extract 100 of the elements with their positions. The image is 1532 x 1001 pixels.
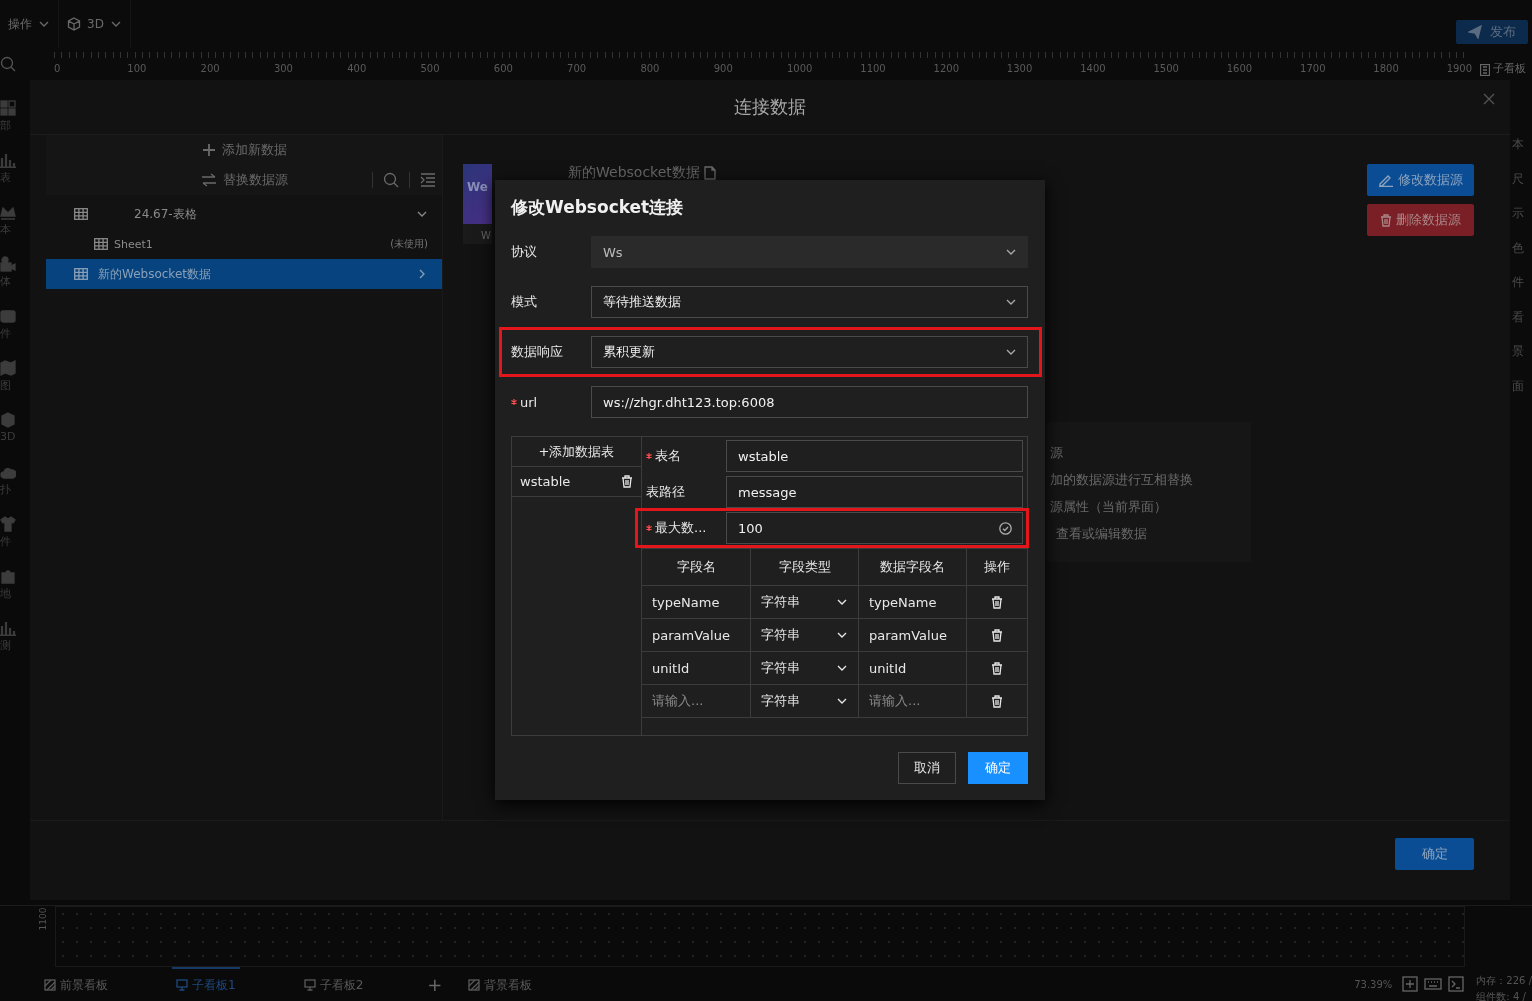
trash-icon[interactable] — [991, 694, 1003, 708]
ruler-label: 1600 — [1226, 63, 1254, 74]
board-tab[interactable]: 前景看板 — [40, 967, 112, 1001]
confirm-button[interactable]: 确定 — [968, 752, 1028, 784]
add-data-button[interactable]: 添加新数据 — [46, 135, 442, 165]
column-header: 数据字段名 — [859, 549, 967, 586]
ruler-label: 200 — [200, 63, 221, 74]
info-text: 源属性（当前界面） — [1050, 498, 1167, 516]
table-cell[interactable]: typeName — [859, 586, 967, 619]
field-label: 模式 — [511, 293, 537, 311]
table-cell[interactable]: 请输入... — [642, 685, 751, 718]
axis-label: 1100 — [38, 907, 49, 931]
input-field[interactable]: 100 — [726, 512, 1023, 544]
required-icon — [646, 453, 652, 459]
search-icon[interactable] — [0, 56, 16, 72]
swap-icon — [200, 173, 217, 187]
ruler-label: 100 — [127, 63, 148, 74]
trash-icon[interactable] — [621, 475, 633, 488]
field-label: 数据响应 — [511, 343, 563, 361]
confirm-button[interactable]: 确定 — [1395, 838, 1474, 870]
tree-item[interactable]: 新的Websocket数据 — [46, 259, 442, 289]
settings-label: 件 — [1511, 274, 1525, 291]
table-cell[interactable]: 请输入... — [859, 685, 967, 718]
field-label: 表名 — [655, 447, 681, 465]
thumbnail-text: We — [463, 164, 492, 224]
info-text: 源 — [1050, 444, 1063, 462]
column-header: 字段类型 — [751, 549, 859, 586]
input-field[interactable]: wstable — [726, 440, 1023, 472]
table-cell[interactable]: paramValue — [859, 619, 967, 652]
zoom-level: 73.39% — [1354, 978, 1393, 990]
keyboard-icon[interactable] — [1424, 977, 1443, 991]
map-icon — [0, 360, 16, 376]
trash-icon — [1380, 213, 1392, 227]
type-select[interactable]: 字符串 — [751, 652, 859, 685]
monitor-icon — [176, 979, 188, 991]
search-icon[interactable] — [383, 172, 399, 188]
ruler-label: 1400 — [1080, 63, 1107, 74]
table-icon — [74, 268, 88, 280]
add-table-button[interactable]: +添加数据表 — [512, 437, 641, 467]
panel-title: 子看板 — [1493, 61, 1526, 76]
stat-text: 组件数: 4 / — [1476, 990, 1527, 1001]
check-circle-icon — [999, 521, 1012, 535]
info-text: 加的数据源进行互相替换 — [1050, 471, 1193, 489]
cube-icon — [0, 412, 16, 428]
edit-source-button[interactable]: 修改数据源 — [1367, 164, 1474, 196]
document-icon[interactable] — [703, 166, 716, 180]
trash-icon[interactable] — [991, 628, 1003, 642]
board-tab[interactable]: 背景看板 — [464, 967, 537, 1001]
publish-button[interactable]: 发布 — [1456, 20, 1528, 44]
settings-label: 尺 — [1511, 170, 1525, 188]
settings-label: 示 — [1511, 205, 1525, 222]
ruler-label: 400 — [347, 63, 368, 74]
input-field[interactable]: message — [726, 476, 1023, 508]
trash-icon[interactable] — [991, 595, 1003, 609]
grid-icon — [0, 100, 16, 116]
type-select[interactable]: 字符串 — [751, 586, 859, 619]
table-icon — [74, 208, 88, 220]
tree-item[interactable]: 24.67-表格 — [46, 199, 442, 229]
required-icon — [646, 525, 652, 531]
crown-icon — [0, 204, 16, 220]
delete-source-button[interactable]: 删除数据源 — [1367, 204, 1474, 236]
list-icon[interactable] — [420, 173, 436, 187]
cancel-button[interactable]: 取消 — [898, 752, 956, 784]
board-tab[interactable]: 子看板2 — [299, 967, 368, 1001]
source-card[interactable]: We W — [463, 164, 492, 244]
ruler-label: 900 — [713, 63, 734, 74]
ruler-label: 700 — [567, 63, 588, 74]
info-text: 查看或编辑数据 — [1056, 525, 1147, 543]
table-cell[interactable]: unitId — [859, 652, 967, 685]
add-button[interactable]: + — [427, 973, 443, 995]
close-button[interactable] — [1482, 92, 1496, 106]
input-field[interactable]: ws://zhgr.dht123.top:6008 — [591, 386, 1028, 418]
dialog-title: 连接数据 — [734, 95, 806, 119]
type-select[interactable]: 字符串 — [751, 619, 859, 652]
send-icon — [1468, 25, 1482, 39]
trash-icon[interactable] — [991, 661, 1003, 675]
stat-text: 内存：226 / — [1476, 974, 1532, 988]
shirt-icon — [0, 516, 16, 532]
settings-label: 面 — [1511, 377, 1525, 395]
table-item[interactable]: wstable — [512, 467, 641, 497]
ruler-label: 1100 — [860, 63, 887, 74]
fullscreen-icon[interactable] — [1402, 976, 1419, 992]
required-icon — [511, 399, 517, 405]
table-cell[interactable]: unitId — [642, 652, 751, 685]
terminal-icon[interactable] — [1448, 976, 1465, 992]
ruler-label: 1300 — [1006, 63, 1034, 74]
hatched-square-icon — [44, 979, 56, 991]
type-select[interactable]: 字符串 — [751, 685, 859, 718]
settings-label: 景 — [1511, 343, 1525, 360]
plus-icon — [201, 143, 216, 157]
select-field[interactable]: 等待推送数据 — [591, 286, 1028, 318]
select-field[interactable]: 累积更新 — [591, 336, 1028, 368]
board-tab[interactable]: 子看板1 — [172, 967, 240, 1001]
replace-source-button[interactable]: 替换数据源 — [200, 171, 288, 189]
table-cell[interactable]: typeName — [642, 586, 751, 619]
tree-item[interactable]: Sheet1 (未使用) — [46, 229, 442, 259]
table-cell[interactable]: paramValue — [642, 619, 751, 652]
dialog-title: 修改Websocket连接 — [511, 196, 685, 219]
ruler-label: 1200 — [933, 63, 960, 74]
bar-chart-icon — [0, 152, 16, 168]
